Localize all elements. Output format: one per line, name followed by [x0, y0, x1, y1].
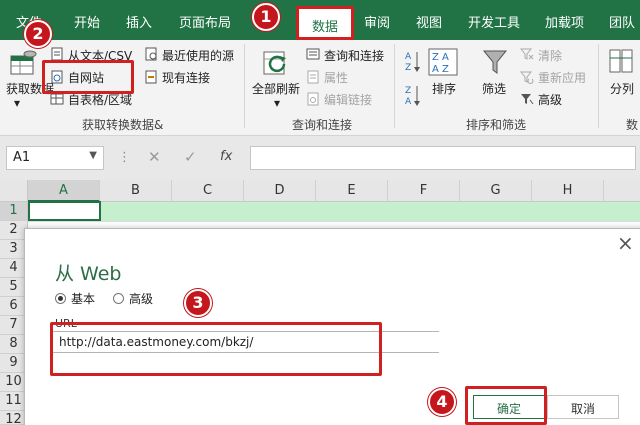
- column-header-f[interactable]: F: [388, 180, 460, 202]
- reapply-button[interactable]: 重新应用: [538, 69, 586, 86]
- column-header-g[interactable]: G: [460, 180, 532, 202]
- svg-text:A Z: A Z: [432, 64, 449, 75]
- column-header-d[interactable]: D: [244, 180, 316, 202]
- recent-sources-button[interactable]: 最近使用的源: [162, 47, 234, 64]
- group-divider: [394, 44, 395, 128]
- cancel-button[interactable]: 取消: [547, 395, 619, 419]
- clear-filter-icon: [519, 46, 534, 65]
- tab-team[interactable]: 团队: [609, 12, 635, 31]
- refresh-all-button[interactable]: 全部刷新: [252, 80, 300, 97]
- sort-filter-group-label: 排序和筛选: [466, 118, 527, 132]
- svg-text:A: A: [405, 52, 412, 62]
- step-2-badge: 2: [24, 20, 52, 48]
- properties-button[interactable]: 属性: [324, 69, 348, 86]
- sort-button[interactable]: 排序: [432, 80, 456, 97]
- confirm-entry-icon[interactable]: ✓: [184, 148, 197, 166]
- sort-az-icon[interactable]: AZ: [404, 50, 422, 78]
- refresh-all-icon[interactable]: [262, 50, 294, 82]
- name-box-dropdown-icon[interactable]: ▼: [89, 150, 97, 161]
- svg-text:A: A: [405, 97, 412, 107]
- get-data-icon[interactable]: [8, 48, 38, 82]
- properties-icon: [306, 69, 320, 88]
- dialog-close-icon[interactable]: ×: [617, 231, 634, 255]
- advanced-button[interactable]: 高级: [538, 91, 562, 108]
- column-header-b[interactable]: B: [100, 180, 172, 202]
- column-header-h[interactable]: H: [532, 180, 604, 202]
- row-header-1[interactable]: 1: [0, 202, 28, 221]
- row-1-selection: [28, 202, 640, 221]
- existing-connections-button[interactable]: 现有连接: [162, 69, 210, 86]
- tab-view[interactable]: 视图: [416, 12, 442, 31]
- step-3-badge: 3: [184, 289, 212, 317]
- existing-connections-icon: [144, 69, 158, 88]
- cancel-entry-icon[interactable]: ✕: [148, 148, 161, 166]
- tab-page-layout[interactable]: 页面布局: [179, 12, 231, 31]
- get-data-dropdown-icon[interactable]: ▾: [14, 96, 20, 110]
- tab-developer[interactable]: 开发工具: [468, 12, 520, 31]
- column-header-a[interactable]: A: [28, 180, 100, 202]
- column-header-e[interactable]: E: [316, 180, 388, 202]
- name-box[interactable]: A1 ▼: [6, 146, 104, 170]
- dialog-title: 从 Web: [55, 263, 122, 285]
- column-header-bar: A B C D E F G H: [0, 180, 640, 202]
- filter-funnel-icon[interactable]: [482, 48, 508, 80]
- ribbon-tab-bar: 文件 开始 插入 页面布局 数据 审阅 视图 开发工具 加载项 团队: [0, 0, 640, 40]
- tab-review[interactable]: 审阅: [364, 12, 390, 31]
- sort-dialog-icon[interactable]: Z AA Z: [428, 48, 458, 80]
- advanced-filter-icon: [520, 91, 534, 110]
- tab-home[interactable]: 开始: [74, 12, 100, 31]
- basic-radio[interactable]: [55, 293, 66, 304]
- svg-text:Z: Z: [405, 86, 411, 96]
- reapply-icon: [519, 69, 534, 88]
- edit-links-button[interactable]: 编辑链接: [324, 91, 372, 108]
- basic-radio-dot: [58, 296, 63, 301]
- step-4-badge: 4: [428, 388, 456, 416]
- data-tools-group-label: 数: [626, 118, 639, 132]
- sort-za-icon[interactable]: ZA: [404, 84, 422, 112]
- advanced-radio-label: 高级: [129, 292, 154, 306]
- active-cell-a1[interactable]: [28, 201, 101, 221]
- formula-bar-grip-icon: ⋮: [118, 150, 131, 165]
- grid-line: [28, 221, 640, 222]
- advanced-radio[interactable]: [113, 293, 124, 304]
- ok-highlight: [465, 386, 547, 425]
- column-header-c[interactable]: C: [172, 180, 244, 202]
- from-web-highlight: [42, 60, 134, 94]
- filter-button[interactable]: 筛选: [482, 80, 506, 97]
- basic-radio-label: 基本: [71, 292, 96, 306]
- text-to-columns-icon[interactable]: [608, 48, 634, 80]
- clear-button[interactable]: 清除: [538, 47, 562, 64]
- queries-connections-button[interactable]: 查询和连接: [324, 47, 384, 64]
- svg-text:Z A: Z A: [432, 52, 449, 63]
- formula-input[interactable]: [250, 146, 636, 170]
- get-transform-group-label: 获取转换数据&: [82, 118, 164, 132]
- insert-function-icon[interactable]: fx: [220, 149, 232, 164]
- refresh-dropdown-icon[interactable]: ▾: [274, 96, 280, 110]
- group-divider: [598, 44, 599, 128]
- tab-addins[interactable]: 加载项: [545, 12, 584, 31]
- select-all-corner[interactable]: [0, 180, 28, 202]
- name-box-value: A1: [13, 150, 31, 165]
- group-divider: [244, 44, 245, 128]
- queries-connections-icon: [306, 46, 320, 65]
- text-to-columns-button[interactable]: 分列: [610, 80, 634, 97]
- step-1-badge: 1: [252, 3, 280, 31]
- url-highlight: [50, 322, 382, 376]
- edit-links-icon: [306, 91, 320, 110]
- svg-text:Z: Z: [405, 63, 411, 73]
- queries-group-label: 查询和连接: [292, 118, 353, 132]
- recent-sources-icon: [144, 46, 158, 65]
- tab-insert[interactable]: 插入: [126, 12, 152, 31]
- tab-data[interactable]: 数据: [296, 6, 354, 40]
